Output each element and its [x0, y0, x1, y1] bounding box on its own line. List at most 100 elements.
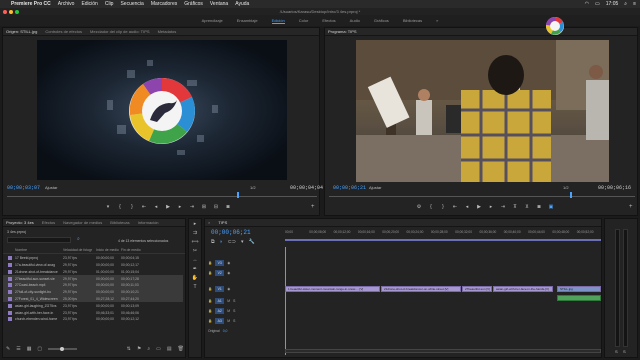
source-add-button[interactable]: +	[311, 204, 315, 210]
lock-icon[interactable]: 🔒	[208, 287, 212, 291]
hand-icon[interactable]: ✋	[192, 275, 199, 282]
play-icon[interactable]: ▶	[165, 204, 171, 210]
program-scrubber[interactable]	[329, 192, 635, 198]
prog-mark-in-icon[interactable]: {	[428, 204, 434, 210]
zoom-slider[interactable]	[48, 346, 77, 351]
program-playhead[interactable]	[570, 192, 572, 198]
master-value[interactable]: 0,0	[223, 329, 228, 333]
menu-graphics[interactable]: Gráficos	[184, 1, 203, 7]
icon-view-icon[interactable]: ▦	[27, 346, 32, 352]
slip-icon[interactable]: ↔	[192, 257, 199, 264]
program-fit-dropdown[interactable]: Ajustar	[369, 185, 381, 190]
project-search-input[interactable]	[7, 237, 71, 243]
wrench-icon[interactable]: 🔧	[249, 239, 255, 245]
insert-icon[interactable]: ⊞	[201, 204, 207, 210]
workspace-editing[interactable]: Edición	[271, 18, 285, 24]
track-label[interactable]: V3	[215, 259, 225, 266]
add-marker-icon[interactable]: ▾	[241, 239, 244, 245]
tab-effect-controls[interactable]: Controles de efectos	[45, 29, 82, 34]
track-label[interactable]: A1	[215, 297, 225, 304]
program-add-button[interactable]: +	[629, 204, 633, 210]
lift-icon[interactable]: ⊼	[512, 204, 518, 210]
mute-icon[interactable]: M	[227, 319, 230, 323]
prog-go-out-icon[interactable]: ⇥	[500, 204, 506, 210]
menu-edit[interactable]: Edición	[81, 1, 97, 7]
extract-icon[interactable]: ⊻	[524, 204, 530, 210]
tab-metadata[interactable]: Metadatos	[158, 29, 177, 34]
next-frame-icon[interactable]: ▸	[177, 204, 183, 210]
table-row[interactable]: 27Coast-beach.mp4 29,97 fps 00;00;00;00 00;…	[3, 282, 183, 289]
export-frame-icon[interactable]: ◙	[225, 204, 231, 210]
audio-clip[interactable]	[557, 295, 601, 301]
list-view-icon[interactable]: ☰	[16, 346, 20, 352]
nest-icon[interactable]: ⧉	[211, 239, 215, 245]
timeline-timecode[interactable]: 00;00;06;21	[211, 229, 251, 236]
writable-icon[interactable]: ✎	[6, 346, 10, 352]
mark-clip-icon[interactable]: }	[129, 204, 135, 210]
eye-icon[interactable]: ◉	[227, 271, 230, 275]
prog-mark-out-icon[interactable]: }	[440, 204, 446, 210]
table-row[interactable]: 27full-of-city-sunlight-bo 29,97 fps 00;00…	[3, 289, 183, 296]
table-row[interactable]: asian-girl-with-her-face-in 23,97 fps 00;4…	[3, 309, 183, 316]
zoom-window-button[interactable]	[15, 9, 19, 14]
solo-icon[interactable]: S	[233, 319, 235, 323]
lock-icon[interactable]: 🔒	[208, 309, 212, 313]
table-row[interactable]: 17 Beeld.prproj 23,97 fps 00;00;00;00 00;00…	[3, 255, 183, 262]
step-forward-icon[interactable]: ⇥	[189, 204, 195, 210]
workspace-learning[interactable]: Aprendizaje	[202, 18, 223, 23]
workspace-effects[interactable]: Efectos	[322, 18, 335, 23]
timeline-clip[interactable]: 27beautiful-sun [V]	[462, 286, 492, 292]
tab-audio-mixer[interactable]: Mezclador del clip de audio: TIPS	[90, 29, 150, 34]
menu-window[interactable]: Ventana	[210, 1, 228, 7]
workspace-graphics[interactable]: Gráficos	[374, 18, 389, 23]
solo-icon[interactable]: S	[233, 299, 235, 303]
track-label[interactable]: V1	[215, 285, 225, 292]
tab-program[interactable]: Programa: TIPS	[328, 29, 357, 34]
eye-icon[interactable]: ◉	[227, 287, 230, 291]
workspace-libraries[interactable]: Bibliotecas	[403, 18, 422, 23]
work-area-bar[interactable]	[285, 239, 601, 241]
table-row[interactable]: asian-girl-laughing_ZG75vs 23,97 fps 00;00…	[3, 303, 183, 310]
solo-left-button[interactable]: S	[615, 349, 618, 354]
pen-icon[interactable]: ✒	[192, 266, 199, 273]
new-item-icon[interactable]: ▤	[167, 346, 172, 352]
table-row[interactable]: 27Forest_01_4_Widescreen 25,00 fps 00;27;2…	[3, 295, 183, 303]
program-timecode[interactable]: 00;00;06;21	[333, 185, 366, 191]
workspace-assembly[interactable]: Ensamblaje	[237, 18, 258, 23]
timeline-clip[interactable]: STILL.jpg	[557, 286, 601, 292]
prog-export-frame-icon[interactable]: ◙	[536, 204, 542, 210]
automate-icon[interactable]: ⚑	[137, 346, 141, 352]
menu-clip[interactable]: Clip	[105, 1, 114, 7]
wifi-icon[interactable]: ◠	[585, 1, 589, 7]
freeform-view-icon[interactable]: ▢	[37, 346, 42, 352]
step-back-icon[interactable]: ⇤	[141, 204, 147, 210]
search-icon[interactable]: ⌕	[77, 236, 80, 242]
new-bin-icon[interactable]: ▭	[156, 346, 161, 352]
time-ruler[interactable]: 00;00 00;00;08;00 00;00;12;00 00;00;16;00 00…	[285, 230, 601, 238]
type-icon[interactable]: T	[192, 284, 199, 291]
col-fps[interactable]: Velocidad de fotogr	[63, 248, 96, 252]
track-label[interactable]: A3	[215, 317, 225, 324]
source-scale-dropdown[interactable]: 1/2	[250, 185, 256, 190]
track-label[interactable]: V2	[215, 269, 225, 276]
table-row[interactable]: 27beautiful-sun-sunset-vie 29,97 fps 00;00…	[3, 275, 183, 282]
menu-list-icon[interactable]: ≡	[633, 1, 636, 7]
minimize-window-button[interactable]	[9, 9, 13, 14]
tab-project[interactable]: Proyecto: 3 4es	[6, 220, 34, 225]
lock-icon[interactable]: 🔒	[208, 299, 212, 303]
source-fit-dropdown[interactable]: Ajustar	[45, 185, 57, 190]
close-icon[interactable]: ×	[208, 220, 210, 225]
mark-in-icon[interactable]: ▾	[105, 204, 111, 210]
table-row[interactable]: 17a-beautiful-view-of-snag 29,97 fps 00;00…	[3, 262, 183, 269]
prog-prev-frame-icon[interactable]: ◂	[464, 204, 470, 210]
mute-icon[interactable]: M	[227, 299, 230, 303]
eye-icon[interactable]: ◉	[227, 261, 230, 265]
compare-view-icon[interactable]: ▣	[548, 204, 554, 210]
col-name[interactable]: Nombre	[3, 248, 63, 252]
solo-right-button[interactable]: S	[623, 349, 626, 354]
tab-info[interactable]: Información	[138, 220, 159, 225]
prog-go-in-icon[interactable]: ⇤	[452, 204, 458, 210]
menu-help[interactable]: Ayuda	[235, 1, 249, 7]
track-label[interactable]: A2	[215, 307, 225, 314]
mute-icon[interactable]: M	[227, 309, 230, 313]
